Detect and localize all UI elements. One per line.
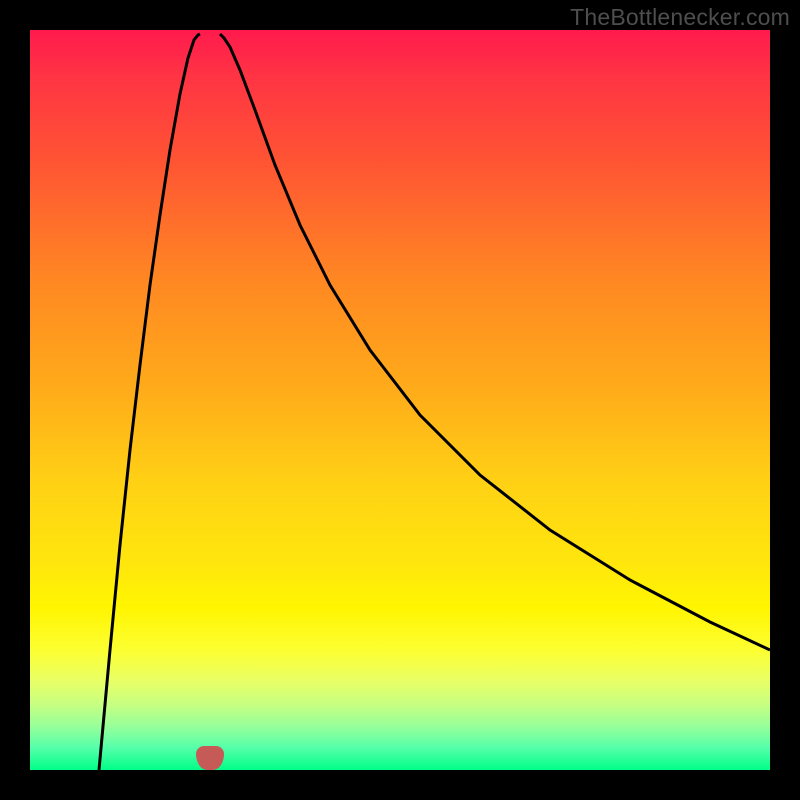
bottleneck-curve — [30, 30, 770, 770]
minimum-marker — [196, 746, 224, 770]
curve-left-branch — [99, 34, 200, 770]
attribution-label: TheBottlenecker.com — [570, 4, 790, 31]
plot-area — [30, 30, 770, 770]
curve-right-branch — [220, 34, 770, 650]
